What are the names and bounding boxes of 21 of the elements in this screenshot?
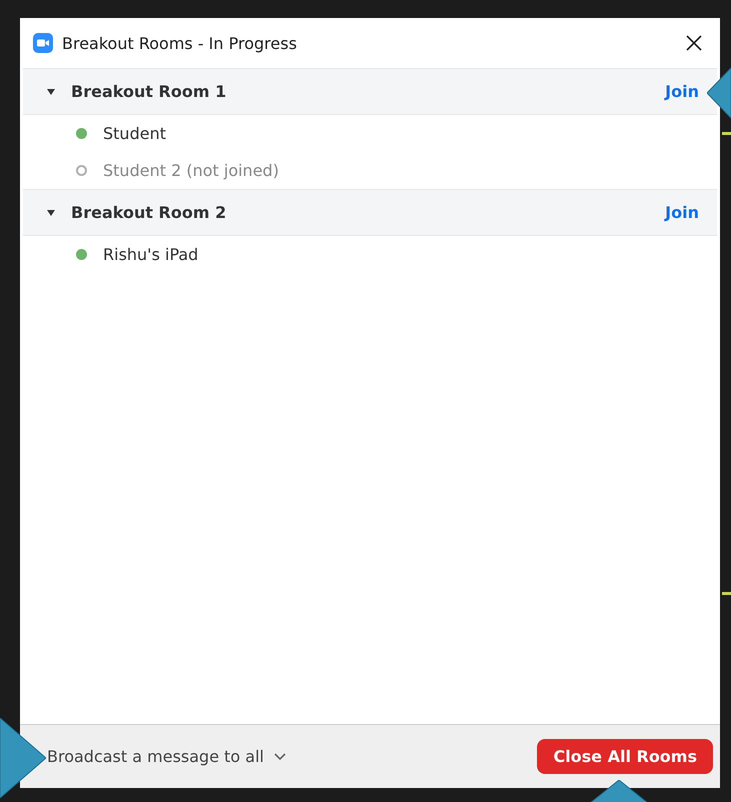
caret-icon[interactable] xyxy=(47,88,55,94)
chevron-down-icon[interactable] xyxy=(274,752,286,760)
room-name: Breakout Room 1 xyxy=(71,82,228,101)
room-header[interactable]: Breakout Room 2 Join xyxy=(23,189,717,236)
join-link[interactable]: Join xyxy=(665,82,699,101)
participant-name: Student xyxy=(103,124,166,143)
caret-icon[interactable] xyxy=(47,210,55,216)
edge-mark xyxy=(722,132,731,135)
join-link[interactable]: Join xyxy=(665,203,699,222)
broadcast-dropdown[interactable]: Broadcast a message to all xyxy=(47,747,286,766)
edge-mark xyxy=(722,592,731,595)
video-camera-icon xyxy=(33,33,53,53)
close-all-rooms-button[interactable]: Close All Rooms xyxy=(537,739,713,774)
callout-arrow xyxy=(707,68,731,118)
close-icon[interactable] xyxy=(686,35,702,51)
callout-arrow xyxy=(589,780,649,802)
participant-name: Rishu's iPad xyxy=(103,245,198,264)
room-header[interactable]: Breakout Room 1 Join xyxy=(23,68,717,115)
room-name: Breakout Room 2 xyxy=(71,203,228,222)
window-title: Breakout Rooms - In Progress xyxy=(62,34,298,52)
participant-name: Student 2 (not joined) xyxy=(103,161,279,180)
